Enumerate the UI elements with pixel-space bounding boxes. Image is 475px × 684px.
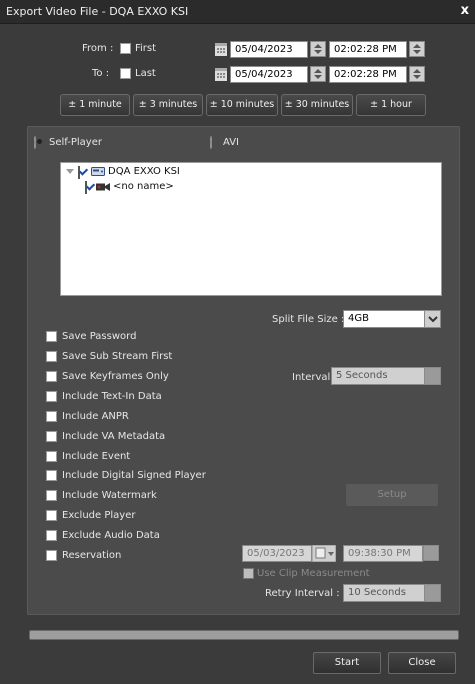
first-label: First xyxy=(135,43,157,54)
to-date-field[interactable]: 05/04/2023 xyxy=(230,66,308,83)
retry-interval-dropdown[interactable] xyxy=(424,585,440,601)
include-event-checkbox[interactable] xyxy=(46,451,57,462)
interval-value: 5 Seconds xyxy=(336,370,388,381)
exclude-audio-data-label: Exclude Audio Data xyxy=(62,530,160,541)
from-date-spinner[interactable] xyxy=(310,41,326,57)
start-button[interactable]: Start xyxy=(313,652,381,674)
use-clip-measurement-label: Use Clip Measurement xyxy=(257,568,370,579)
plus-minus-10-minutes-button[interactable]: ± 10 minutes xyxy=(206,94,278,116)
tree-child-checkbox[interactable] xyxy=(85,181,87,194)
save-password-checkbox[interactable] xyxy=(46,331,57,342)
from-date-field[interactable]: 05/04/2023 xyxy=(230,41,308,58)
include-watermark-label: Include Watermark xyxy=(62,490,157,501)
tree-root-checkbox[interactable] xyxy=(78,166,80,179)
include-text-in-data-checkbox[interactable] xyxy=(46,391,57,402)
plus-minus-3-minutes-button[interactable]: ± 3 minutes xyxy=(133,94,203,116)
recorder-icon xyxy=(91,166,105,180)
close-icon[interactable]: x xyxy=(461,3,469,18)
reservation-calendar-icon[interactable] xyxy=(311,544,337,565)
exclude-player-checkbox[interactable] xyxy=(46,510,57,521)
retry-interval-value: 10 Seconds xyxy=(348,587,406,598)
reservation-time-spinner[interactable] xyxy=(423,545,439,561)
setup-button[interactable]: Setup xyxy=(346,484,438,506)
from-time-spinner[interactable] xyxy=(409,41,425,57)
from-label: From : xyxy=(82,43,114,54)
reservation-date-field[interactable]: 05/03/2023 xyxy=(242,545,312,562)
from-time-field[interactable]: 02:02:28 PM xyxy=(329,41,407,58)
first-checkbox[interactable] xyxy=(120,43,131,54)
split-file-size-value: 4GB xyxy=(348,313,369,324)
self-player-label: Self-Player xyxy=(49,137,102,148)
export-progress-bar xyxy=(29,630,459,640)
reservation-time-field[interactable]: 09:38:30 PM xyxy=(343,545,423,562)
include-va-metadata-label: Include VA Metadata xyxy=(62,431,166,442)
avi-label: AVI xyxy=(223,137,239,148)
split-file-size-select[interactable]: 4GB xyxy=(343,310,441,328)
retry-interval-select[interactable]: 10 Seconds xyxy=(343,584,441,602)
include-watermark-checkbox[interactable] xyxy=(46,490,57,501)
save-keyframes-only-checkbox[interactable] xyxy=(46,371,57,382)
include-digital-signed-player-checkbox[interactable] xyxy=(46,470,57,481)
include-event-label: Include Event xyxy=(62,451,131,462)
split-file-size-dropdown[interactable] xyxy=(424,311,440,327)
interval-dropdown[interactable] xyxy=(424,368,440,384)
close-button[interactable]: Close xyxy=(388,652,456,674)
include-digital-signed-player-label: Include Digital Signed Player xyxy=(62,470,206,481)
include-anpr-label: Include ANPR xyxy=(62,411,129,422)
use-clip-measurement-checkbox[interactable] xyxy=(243,568,254,579)
interval-select[interactable]: 5 Seconds xyxy=(331,367,441,385)
split-file-size-label: Split File Size : xyxy=(272,314,345,325)
save-password-label: Save Password xyxy=(62,331,137,342)
plus-minus-30-minutes-button[interactable]: ± 30 minutes xyxy=(281,94,353,116)
save-keyframes-only-label: Save Keyframes Only xyxy=(62,371,169,382)
from-calendar-icon[interactable] xyxy=(215,42,227,59)
window-title: Export Video File - DQA EXXO KSI xyxy=(6,5,189,18)
include-text-in-data-label: Include Text-In Data xyxy=(62,391,162,402)
to-date-spinner[interactable] xyxy=(310,66,326,82)
retry-interval-label: Retry Interval : xyxy=(265,588,340,599)
to-calendar-icon[interactable] xyxy=(215,67,227,84)
include-va-metadata-checkbox[interactable] xyxy=(46,431,57,442)
last-checkbox[interactable] xyxy=(120,68,131,79)
avi-radio[interactable] xyxy=(210,136,212,149)
plus-minus-1-minute-button[interactable]: ± 1 minute xyxy=(60,94,130,116)
title-bar: Export Video File - DQA EXXO KSI x xyxy=(0,0,475,24)
self-player-radio[interactable] xyxy=(34,136,36,149)
save-sub-stream-first-checkbox[interactable] xyxy=(46,351,57,362)
chevron-down-icon xyxy=(428,316,438,323)
tree-child-label: <no name> xyxy=(113,181,174,192)
last-label: Last xyxy=(135,68,156,79)
tree-expand-icon[interactable] xyxy=(66,168,74,179)
reservation-label: Reservation xyxy=(62,550,122,561)
tree-root-label: DQA EXXO KSI xyxy=(108,166,180,177)
plus-minus-1-hour-button[interactable]: ± 1 hour xyxy=(356,94,426,116)
reservation-checkbox[interactable] xyxy=(46,550,57,561)
to-time-spinner[interactable] xyxy=(409,66,425,82)
include-anpr-checkbox[interactable] xyxy=(46,411,57,422)
camera-icon xyxy=(96,182,110,195)
exclude-audio-data-checkbox[interactable] xyxy=(46,530,57,541)
to-time-field[interactable]: 02:02:28 PM xyxy=(329,66,407,83)
save-sub-stream-first-label: Save Sub Stream First xyxy=(62,351,173,362)
exclude-player-label: Exclude Player xyxy=(62,510,136,521)
device-tree[interactable]: DQA EXXO KSI <no name> xyxy=(60,162,442,296)
to-label: To : xyxy=(92,68,110,79)
